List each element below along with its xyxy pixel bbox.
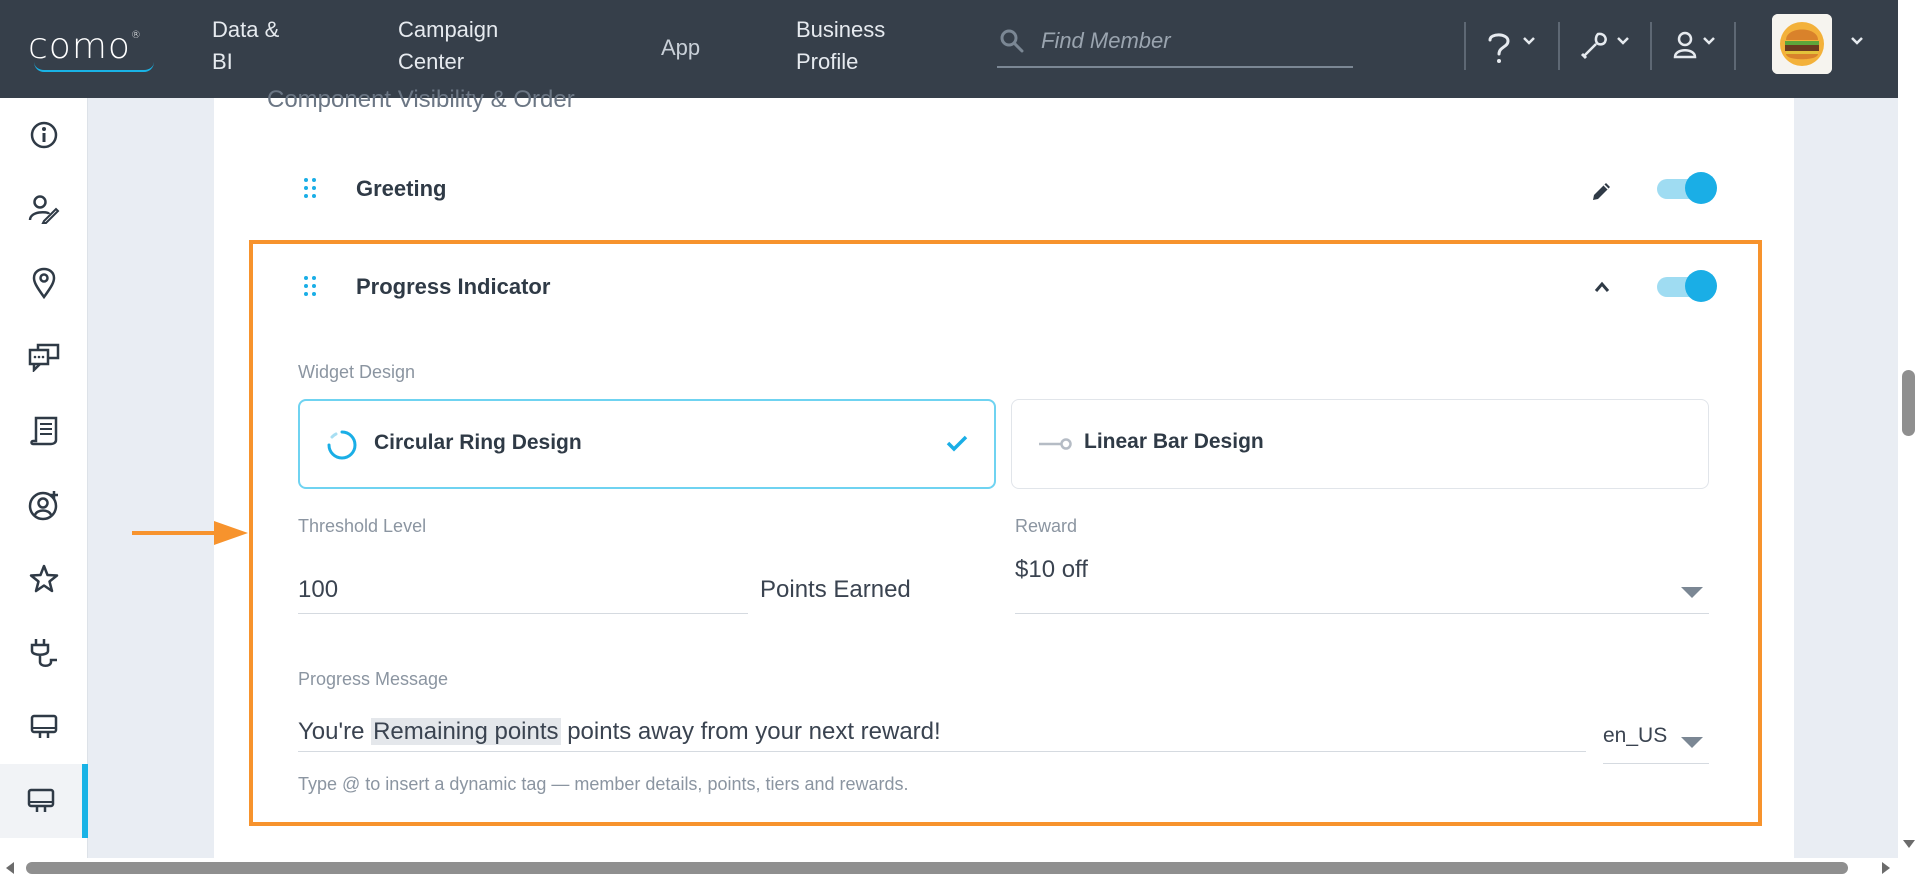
chevron-up-icon[interactable]	[1593, 280, 1611, 294]
component-name-progress-indicator: Progress Indicator	[356, 274, 551, 299]
sidebar-item-plug[interactable]	[0, 616, 88, 690]
star-icon	[29, 564, 59, 593]
linear-bar-design-label: Linear Bar Design	[1084, 430, 1264, 453]
nav-app[interactable]: App	[661, 32, 700, 64]
sidebar-item-monitor-active[interactable]	[0, 764, 88, 838]
scroll-right-arrow-icon[interactable]	[1882, 862, 1890, 874]
chevron-down-icon[interactable]	[1702, 36, 1716, 46]
locale-value: en_US	[1603, 724, 1668, 747]
nav-campaign-center[interactable]: Campaign Center	[398, 14, 498, 78]
drag-handle-icon[interactable]	[303, 176, 317, 204]
sidebar-item-star[interactable]	[0, 542, 88, 616]
dropdown-caret-icon	[1681, 737, 1703, 748]
burger-logo-icon	[1772, 14, 1832, 74]
search-placeholder: Find Member	[1041, 28, 1171, 53]
threshold-unit-label: Points Earned	[760, 576, 911, 603]
locale-select[interactable]: en_US	[1603, 718, 1709, 764]
linear-bar-design-option[interactable]: Linear Bar Design	[1011, 399, 1709, 489]
scroll-left-arrow-icon[interactable]	[6, 862, 14, 874]
pencil-icon[interactable]	[1589, 178, 1615, 204]
user-icon[interactable]	[1672, 30, 1698, 60]
drag-handle-icon[interactable]	[303, 274, 317, 302]
nav-business-profile-line1: Business	[796, 17, 886, 42]
threshold-level-label: Threshold Level	[298, 516, 427, 536]
reward-select[interactable]: $10 off	[1015, 550, 1709, 614]
greeting-visibility-toggle[interactable]	[1657, 172, 1717, 204]
circular-ring-design-label: Circular Ring Design	[374, 431, 582, 454]
restaurant-avatar[interactable]	[1772, 14, 1832, 74]
nav-business-profile[interactable]: Business Profile	[796, 14, 885, 78]
chevron-down-icon[interactable]	[1850, 36, 1864, 46]
sidebar-item-user-add[interactable]	[0, 468, 88, 542]
nav-business-profile-line2: Profile	[796, 49, 859, 74]
monitor-icon	[27, 788, 55, 812]
help-icon[interactable]	[1484, 30, 1514, 64]
plug-icon	[30, 639, 57, 667]
reward-label: Reward	[1015, 516, 1078, 536]
sidebar-item-user-edit[interactable]	[0, 172, 88, 246]
logo-text: como	[28, 26, 131, 67]
nav-data-bi-line1: Data &	[212, 17, 280, 42]
monitor-icon	[30, 714, 58, 738]
chevron-down-icon[interactable]	[1616, 36, 1630, 46]
page: como® Data & BI Campaign Center App Busi…	[0, 0, 1920, 878]
sidebar-item-location[interactable]	[0, 246, 88, 320]
section-title: Component Visibility & Order	[267, 86, 575, 113]
widget-design-label: Widget Design	[298, 362, 416, 382]
component-name-greeting: Greeting	[356, 176, 447, 201]
dropdown-caret-icon	[1681, 587, 1703, 598]
receipt-icon	[30, 416, 58, 446]
vertical-scrollbar-thumb[interactable]	[1902, 370, 1915, 436]
sidebar-item-chat[interactable]	[0, 320, 88, 394]
divider	[1734, 22, 1736, 70]
nav-campaign-center-line2: Center	[398, 49, 465, 74]
progress-indicator-visibility-toggle[interactable]	[1657, 270, 1717, 302]
progress-message-prefix: You're	[298, 718, 372, 745]
nav-data-bi[interactable]: Data & BI	[212, 14, 279, 78]
check-icon	[946, 435, 968, 452]
sidebar-item-info[interactable]	[0, 98, 88, 172]
scroll-down-arrow-icon[interactable]	[1903, 840, 1915, 848]
search-icon	[1000, 29, 1024, 53]
reward-value: $10 off	[1015, 556, 1088, 583]
wrench-icon[interactable]	[1578, 30, 1610, 62]
progress-message-label: Progress Message	[298, 669, 449, 689]
progress-message-input[interactable]: You're Remaining points points away from…	[298, 718, 1586, 752]
circular-ring-design-option[interactable]: Circular Ring Design	[298, 399, 996, 489]
chat-icon	[28, 343, 60, 372]
user-add-icon	[28, 491, 58, 521]
left-sidebar	[0, 98, 88, 858]
threshold-level-input[interactable]: 100	[298, 576, 748, 614]
chevron-down-icon[interactable]	[1522, 36, 1536, 46]
sidebar-item-monitor[interactable]	[0, 690, 88, 764]
divider	[1464, 22, 1466, 70]
divider	[1558, 22, 1560, 70]
find-member-search[interactable]: Find Member	[997, 20, 1353, 68]
como-logo[interactable]: como®	[28, 26, 154, 72]
linear-bar-icon	[1039, 438, 1072, 450]
divider	[1650, 22, 1652, 70]
nav-app-label: App	[661, 35, 701, 60]
user-edit-icon	[28, 195, 60, 224]
sidebar-item-receipt[interactable]	[0, 394, 88, 468]
progress-message-suffix: points away from your next reward!	[560, 718, 941, 745]
dynamic-tag-hint: Type @ to insert a dynamic tag — member …	[298, 774, 909, 794]
info-icon	[30, 121, 58, 149]
progress-message-text: You're Remaining points points away from…	[298, 718, 941, 746]
arrow-annotation-icon	[132, 521, 248, 545]
remaining-points-tag[interactable]: Remaining points	[371, 718, 561, 745]
location-pin-icon	[32, 267, 56, 299]
nav-data-bi-line2: BI	[212, 49, 233, 74]
threshold-level-value: 100	[298, 576, 339, 603]
top-navigation-bar: como® Data & BI Campaign Center App Busi…	[0, 0, 1898, 98]
circular-ring-icon	[327, 430, 357, 460]
nav-campaign-center-line1: Campaign	[398, 17, 499, 42]
horizontal-scrollbar-thumb[interactable]	[26, 862, 1848, 874]
